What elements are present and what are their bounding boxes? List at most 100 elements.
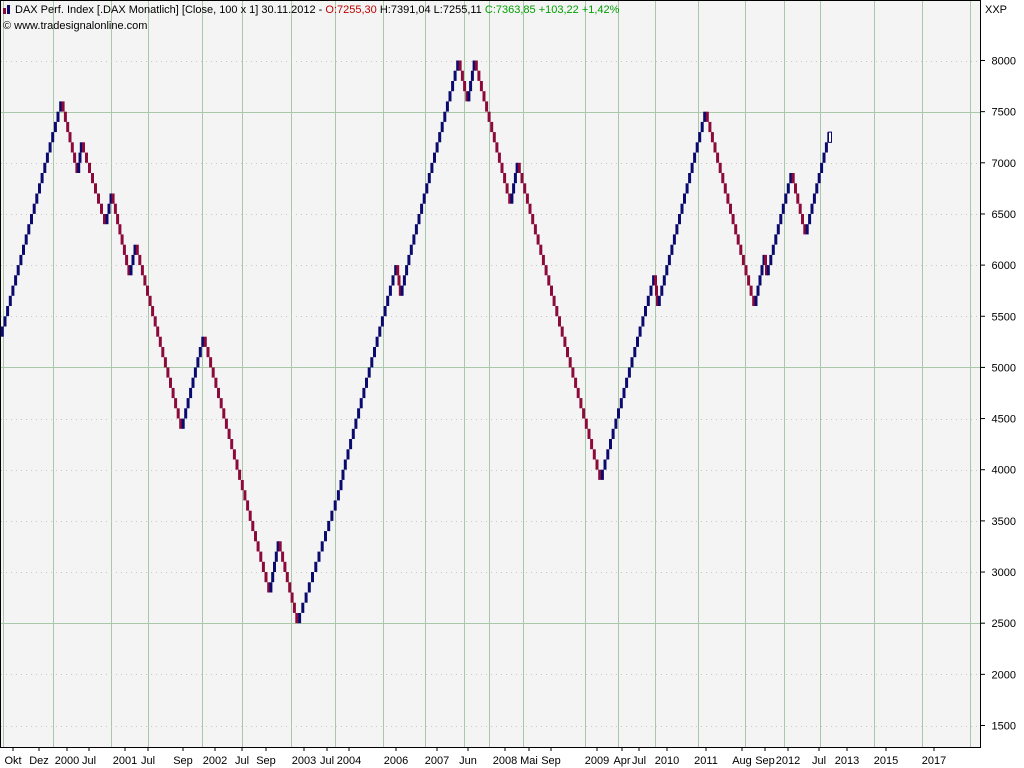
y-tick-label: 2500 (992, 618, 1016, 630)
brick-down (217, 387, 220, 399)
brick-down (479, 81, 483, 92)
brick-down (598, 469, 602, 480)
brick-up (304, 592, 308, 603)
brick-down (224, 418, 228, 429)
x-tick-label: Jul (82, 755, 96, 767)
header-title: DAX Perf. Index [.DAX Monatlich] [Close,… (15, 4, 323, 16)
brick-down (61, 101, 65, 112)
brick-up (688, 173, 692, 184)
x-tick-label: Jun (459, 755, 477, 767)
brick-up (269, 582, 273, 593)
brick-down (550, 285, 553, 296)
bar-chart-icon (3, 5, 12, 14)
y-tick-label: 1500 (992, 721, 1016, 733)
brick-up (317, 551, 321, 562)
brick-down (290, 592, 294, 603)
brick-down (563, 336, 567, 347)
brick-down (246, 500, 250, 511)
brick-up (756, 285, 760, 296)
brick-up (680, 203, 684, 214)
brick-down (718, 162, 722, 173)
brick-up (678, 214, 681, 225)
brick-up (11, 285, 15, 296)
x-tick-label: 2006 (384, 755, 408, 767)
brick-down (474, 60, 478, 71)
brick-down (111, 193, 115, 204)
brick-down (235, 459, 239, 470)
brick-down (264, 572, 268, 583)
brick-up (383, 306, 387, 317)
brick-down (82, 142, 85, 153)
brick-down (68, 132, 72, 143)
brick-down (259, 551, 263, 562)
brick-up (512, 183, 516, 194)
brick-down (97, 193, 100, 204)
brick-down (485, 101, 489, 112)
brick-down (517, 162, 521, 173)
brick-up (779, 214, 783, 225)
brick-down (161, 347, 165, 358)
brick-up (435, 142, 439, 153)
brick-down (705, 111, 709, 122)
brick-down (283, 561, 287, 572)
brick-up (448, 91, 452, 102)
brick-down (710, 132, 714, 143)
brick-up (349, 439, 353, 450)
brick-down (211, 367, 215, 378)
brick-up (805, 224, 809, 235)
brick-up (786, 183, 790, 194)
brick-down (261, 561, 265, 572)
brick-up (327, 520, 331, 532)
brick-down (654, 275, 657, 286)
brick-up (630, 357, 634, 368)
brick-up (638, 326, 642, 337)
brick-down (490, 121, 494, 133)
brick-up (365, 377, 368, 388)
brick-up (105, 214, 109, 225)
brick-up (333, 500, 337, 511)
x-tick-label: Jul (632, 755, 646, 767)
brick-up (48, 142, 52, 153)
brick-up (667, 254, 671, 266)
brick-down (547, 275, 551, 286)
brick-up (184, 408, 188, 419)
brick-up (370, 357, 374, 368)
brick-down (251, 520, 255, 532)
brick-down (227, 428, 231, 439)
brick-down (544, 265, 548, 276)
brick-down (463, 81, 467, 92)
brick-down (525, 193, 529, 204)
brick-down (576, 387, 580, 399)
brick-down (568, 357, 572, 368)
brick-down (240, 480, 244, 491)
brick-up (781, 203, 785, 214)
brick-up (301, 602, 305, 613)
brick-down (579, 398, 583, 409)
brick-down (281, 551, 285, 562)
brick-down (747, 275, 751, 286)
brick-down (254, 531, 257, 542)
brick-down (209, 357, 213, 368)
brick-down (88, 162, 91, 173)
brick-up (822, 152, 826, 163)
brick-down (541, 254, 545, 266)
x-tick-label: Aug (732, 755, 752, 767)
brick-up (660, 285, 664, 296)
brick-down (120, 234, 124, 245)
brick-up (40, 173, 44, 184)
brick-up (675, 224, 679, 235)
y-tick-label: 7000 (992, 158, 1016, 170)
brick-up (391, 275, 395, 286)
y-tick-label: 5500 (992, 311, 1016, 323)
brick-up (346, 449, 350, 460)
brick-down (174, 398, 178, 409)
brick-up (644, 306, 647, 317)
brick-up (625, 377, 629, 388)
brick-up (470, 70, 474, 81)
brick-up (19, 254, 23, 266)
brick-up (619, 398, 623, 409)
brick-up (298, 613, 302, 624)
brick-up (614, 418, 618, 429)
brick-down (492, 132, 496, 143)
brick-up (402, 275, 406, 286)
